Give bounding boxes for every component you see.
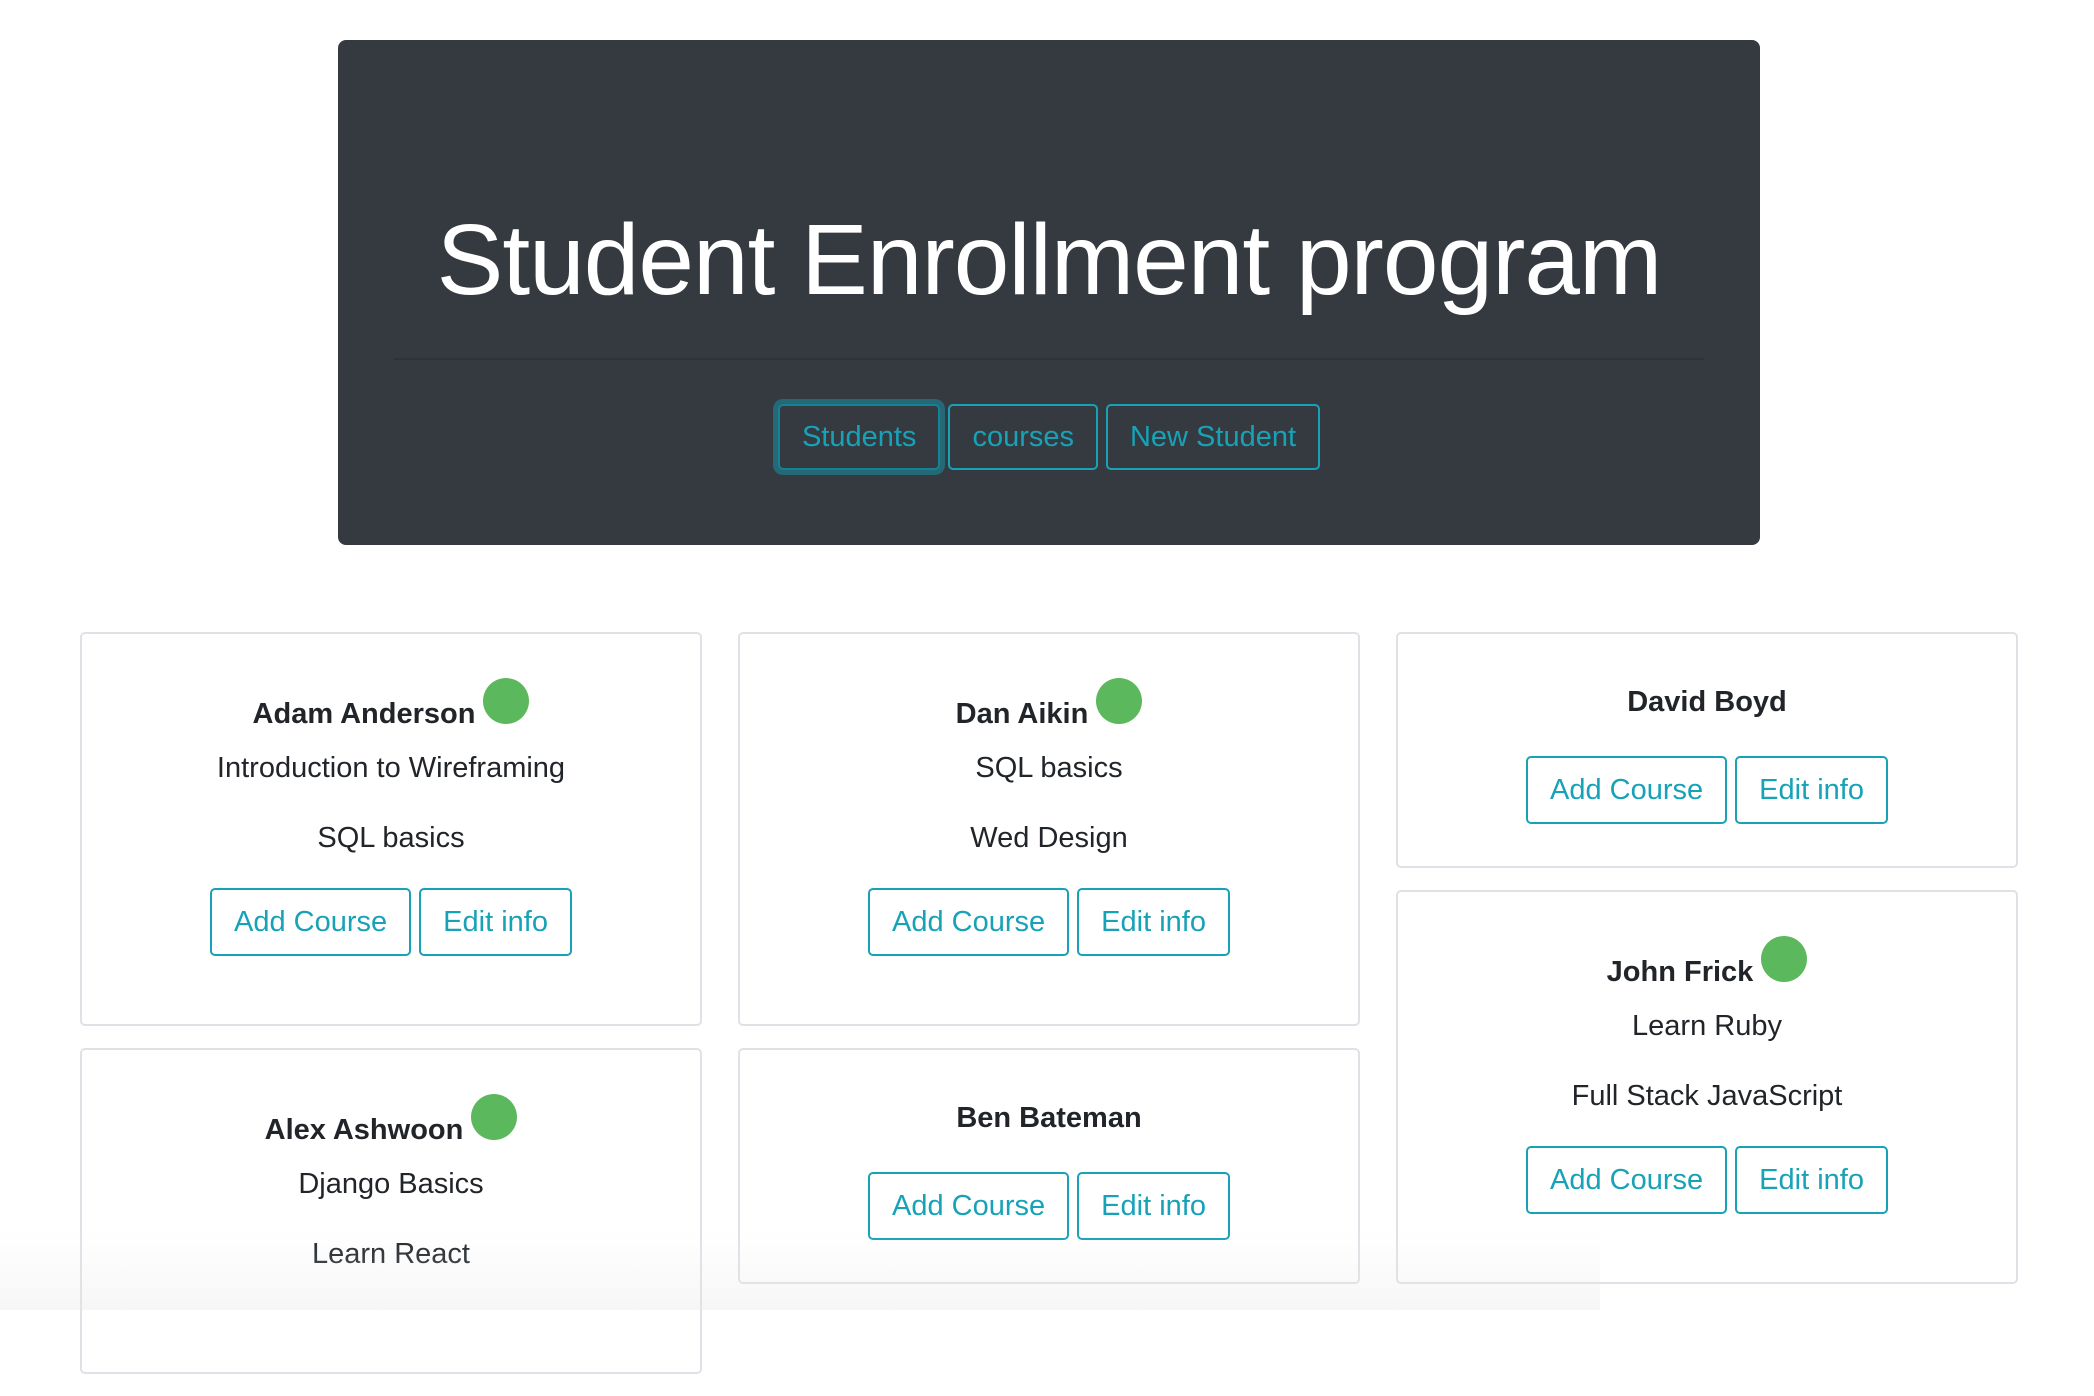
- edit-info-button[interactable]: Edit info: [1735, 756, 1888, 824]
- course-item: SQL basics: [760, 748, 1338, 788]
- student-column-2: Dan Aikin SQL basics Wed Design Add Cour…: [738, 632, 1360, 1306]
- student-name: David Boyd: [1627, 678, 1787, 726]
- student-name-row: Alex Ashwoon: [102, 1094, 680, 1142]
- student-name: Dan Aikin: [956, 690, 1089, 738]
- green-status-dot-icon: [1761, 936, 1807, 982]
- student-name-row: Ben Bateman: [760, 1094, 1338, 1142]
- card-actions: Add Course Edit info: [760, 1172, 1338, 1240]
- course-item: Django Basics: [102, 1164, 680, 1204]
- page-header: Student Enrollment program Students cour…: [338, 40, 1760, 545]
- course-item: Wed Design: [760, 818, 1338, 858]
- student-column-3: David Boyd Add Course Edit info John Fri…: [1396, 632, 2018, 1306]
- student-name-row: David Boyd: [1418, 678, 1996, 726]
- nav-courses-button[interactable]: courses: [948, 404, 1098, 470]
- student-card-david-boyd: David Boyd Add Course Edit info: [1396, 632, 2018, 868]
- student-name: Ben Bateman: [956, 1094, 1141, 1142]
- student-card-alex-ashwoon: Alex Ashwoon Django Basics Learn React: [80, 1048, 702, 1374]
- add-course-button[interactable]: Add Course: [868, 888, 1069, 956]
- student-card-ben-bateman: Ben Bateman Add Course Edit info: [738, 1048, 1360, 1284]
- student-name-row: Dan Aikin: [760, 678, 1338, 726]
- edit-info-button[interactable]: Edit info: [1077, 888, 1230, 956]
- course-item: Learn React: [102, 1234, 680, 1274]
- header-nav: Students courses New Student: [338, 404, 1760, 470]
- page-title: Student Enrollment program: [338, 200, 1760, 320]
- student-name-row: John Frick: [1418, 936, 1996, 984]
- edit-info-button[interactable]: Edit info: [1735, 1146, 1888, 1214]
- green-status-dot-icon: [471, 1094, 517, 1140]
- student-name-row: Adam Anderson: [102, 678, 680, 726]
- header-divider: [394, 358, 1704, 360]
- course-item: Learn Ruby: [1418, 1006, 1996, 1046]
- course-item: SQL basics: [102, 818, 680, 858]
- student-name: John Frick: [1607, 948, 1754, 996]
- student-column-1: Adam Anderson Introduction to Wireframin…: [80, 632, 702, 1396]
- add-course-button[interactable]: Add Course: [868, 1172, 1069, 1240]
- student-card-adam-anderson: Adam Anderson Introduction to Wireframin…: [80, 632, 702, 1026]
- edit-info-button[interactable]: Edit info: [419, 888, 572, 956]
- nav-students-button[interactable]: Students: [778, 404, 940, 470]
- student-name: Alex Ashwoon: [265, 1106, 464, 1154]
- add-course-button[interactable]: Add Course: [1526, 756, 1727, 824]
- course-item: Introduction to Wireframing: [102, 748, 680, 788]
- add-course-button[interactable]: Add Course: [210, 888, 411, 956]
- add-course-button[interactable]: Add Course: [1526, 1146, 1727, 1214]
- card-actions: Add Course Edit info: [102, 888, 680, 956]
- edit-info-button[interactable]: Edit info: [1077, 1172, 1230, 1240]
- student-card-dan-aikin: Dan Aikin SQL basics Wed Design Add Cour…: [738, 632, 1360, 1026]
- card-actions: Add Course Edit info: [1418, 1146, 1996, 1214]
- green-status-dot-icon: [1096, 678, 1142, 724]
- student-name: Adam Anderson: [253, 690, 476, 738]
- card-actions: Add Course Edit info: [1418, 756, 1996, 824]
- student-card-john-frick: John Frick Learn Ruby Full Stack JavaScr…: [1396, 890, 2018, 1284]
- card-actions: Add Course Edit info: [760, 888, 1338, 956]
- green-status-dot-icon: [483, 678, 529, 724]
- nav-new-student-button[interactable]: New Student: [1106, 404, 1320, 470]
- course-item: Full Stack JavaScript: [1418, 1076, 1996, 1116]
